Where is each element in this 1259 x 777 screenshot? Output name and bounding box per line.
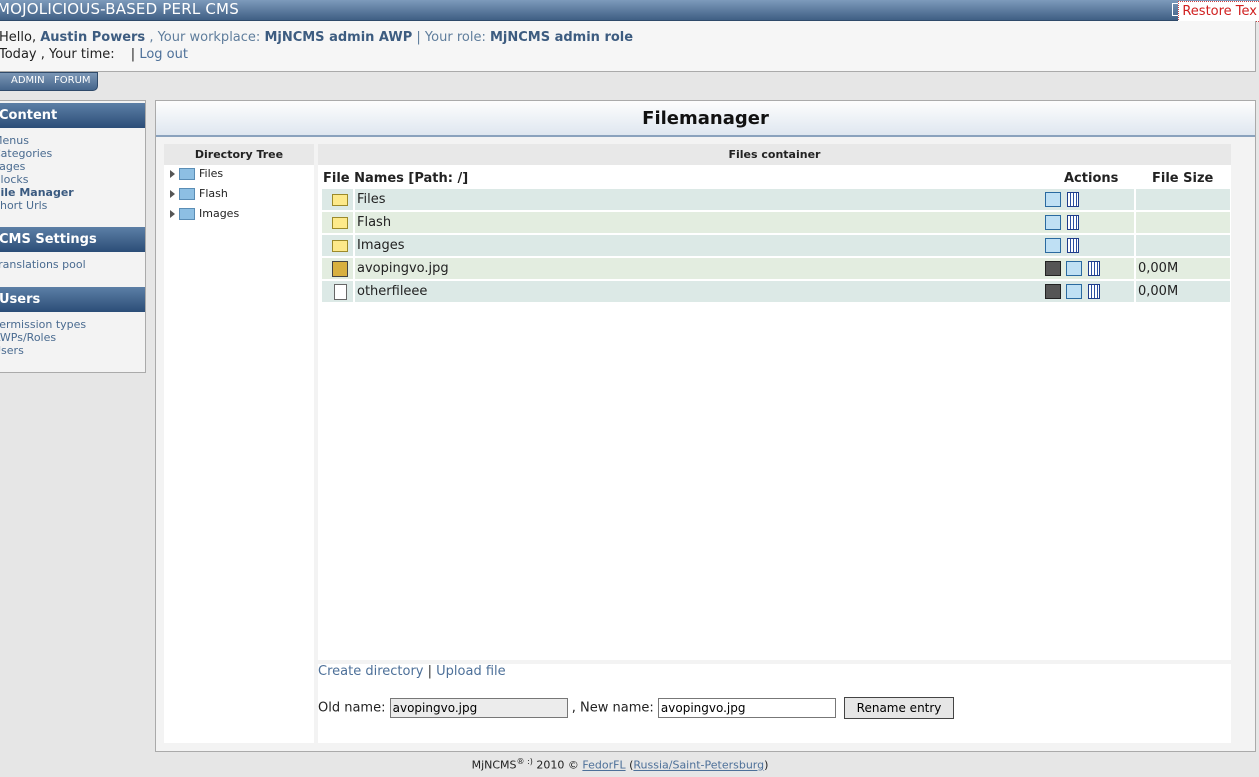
trash-icon[interactable]: [1067, 192, 1079, 207]
menu-admin[interactable]: ADMIN: [11, 75, 45, 86]
file-size: [1136, 212, 1230, 233]
sidebar-item-menus[interactable]: Menus: [0, 134, 74, 147]
sidebar-item-categories[interactable]: Categories: [0, 147, 74, 160]
folder-icon: [179, 168, 195, 180]
role-value: MjNCMS admin role: [489, 30, 634, 45]
file-icon: [334, 284, 347, 300]
old-name-label: Old name:: [318, 700, 386, 716]
expand-arrow-icon[interactable]: [170, 190, 175, 198]
folder-icon: [179, 208, 195, 220]
directory-tree-header: Directory Tree: [164, 144, 314, 165]
trash-icon[interactable]: [1067, 238, 1079, 253]
sidebar-item-users[interactable]: Users: [0, 344, 86, 357]
files-container: Files container File Names [Path: /] Act…: [318, 144, 1231, 660]
sidebar: Content Menus Categories Pages Blocks Fi…: [0, 100, 146, 373]
page-title: Filemanager: [156, 101, 1255, 137]
sidebar-item-blocks[interactable]: Blocks: [0, 173, 74, 186]
hello-text: Hello,: [0, 30, 37, 45]
table-row: Files: [322, 189, 1230, 210]
folder-icon: [332, 217, 348, 229]
upload-file-link[interactable]: Upload file: [436, 664, 505, 679]
expand-arrow-icon[interactable]: [170, 170, 175, 178]
file-size: [1136, 235, 1230, 256]
new-name-label: , New name:: [571, 700, 654, 716]
tree-item-flash[interactable]: Flash: [170, 186, 228, 202]
site-title: MOJOLICIOUS-BASED PERL CMS: [0, 0, 239, 18]
move-icon[interactable]: [1066, 284, 1082, 299]
folder-icon: [179, 188, 195, 200]
download-icon[interactable]: [1045, 261, 1061, 276]
sidebar-item-file-manager[interactable]: File Manager: [0, 186, 74, 199]
main-panel: Filemanager Directory Tree Files Flash I…: [155, 100, 1256, 752]
sidebar-item-awps-roles[interactable]: AWPs/Roles: [0, 331, 86, 344]
rename-entry-button[interactable]: Rename entry: [844, 697, 955, 719]
move-icon[interactable]: [1045, 238, 1061, 253]
file-actions-area: Create directory | Upload file Old name:…: [318, 664, 1231, 743]
footer-author-link[interactable]: FedorFL: [582, 759, 625, 772]
old-name-field[interactable]: [389, 698, 568, 718]
top-bar: MOJOLICIOUS-BASED PERL CMS Restore Tex: [0, 0, 1259, 22]
folder-icon: [332, 194, 348, 206]
file-size: 0,00M: [1136, 258, 1230, 279]
directory-tree: Directory Tree Files Flash Images: [164, 144, 314, 743]
footer-location-link[interactable]: Russia/Saint-Petersburg: [633, 759, 764, 772]
file-name-link[interactable]: Images: [355, 235, 1042, 256]
user-name: Austin Powers: [40, 30, 146, 45]
new-name-field[interactable]: [657, 698, 836, 718]
tree-item-files[interactable]: Files: [170, 166, 223, 182]
workplace-label: , Your workplace:: [149, 30, 261, 45]
tree-item-images[interactable]: Images: [170, 206, 239, 222]
sidebar-item-permission-types[interactable]: Permission types: [0, 318, 86, 331]
image-file-icon: [332, 261, 348, 277]
footer-year: 2010 ©: [536, 758, 579, 772]
menu-forum[interactable]: FORUM: [54, 75, 91, 86]
folder-icon: [332, 240, 348, 252]
sidebar-settings-title: CMS Settings: [0, 227, 145, 252]
logout-link[interactable]: Log out: [139, 47, 188, 62]
table-row: Images: [322, 235, 1230, 256]
main-menu-bar: ADMIN FORUM: [0, 72, 98, 91]
table-row: Flash: [322, 212, 1230, 233]
user-info-panel: Hello, Austin Powers , Your workplace: M…: [0, 21, 1256, 72]
sidebar-content-title: Content: [0, 103, 145, 128]
move-icon[interactable]: [1066, 261, 1082, 276]
trash-icon[interactable]: [1088, 261, 1100, 276]
footer-brand: MjNCMS: [471, 758, 517, 772]
move-icon[interactable]: [1045, 215, 1061, 230]
file-name-link[interactable]: avopingvo.jpg: [355, 258, 1042, 279]
files-container-header: Files container: [318, 144, 1231, 165]
download-icon[interactable]: [1045, 284, 1061, 299]
today-text: Today: [0, 47, 37, 62]
table-row: avopingvo.jpg 0,00M: [322, 258, 1230, 279]
sidebar-users-title: Users: [0, 287, 145, 312]
col-file-size: File Size: [1152, 171, 1214, 186]
move-icon[interactable]: [1045, 192, 1061, 207]
file-name-link[interactable]: Files: [355, 189, 1042, 210]
rename-form: Old name: , New name: Rename entry: [318, 697, 955, 719]
workplace-value: MjNCMS admin AWP: [264, 30, 413, 45]
expand-arrow-icon[interactable]: [170, 210, 175, 218]
file-name-link[interactable]: Flash: [355, 212, 1042, 233]
sidebar-item-short-urls[interactable]: Short Urls: [0, 199, 74, 212]
file-size: [1136, 189, 1230, 210]
time-label: , Your time:: [40, 47, 115, 62]
table-row: otherfileee 0,00M: [322, 281, 1230, 302]
restore-text-button[interactable]: Restore Tex: [1178, 1, 1259, 22]
sidebar-item-pages[interactable]: Pages: [0, 160, 74, 173]
trash-icon[interactable]: [1067, 215, 1079, 230]
files-table: File Names [Path: /] Actions File Size F…: [322, 169, 1230, 304]
trash-icon[interactable]: [1088, 284, 1100, 299]
sidebar-item-translations[interactable]: Translations pool: [0, 258, 86, 271]
col-actions: Actions: [1064, 171, 1119, 186]
footer: MjNCMS® :) 2010 © FedorFL (Russia/Saint-…: [471, 757, 769, 772]
file-name-link[interactable]: otherfileee: [355, 281, 1042, 302]
role-label: | Your role:: [416, 30, 486, 45]
create-directory-link[interactable]: Create directory: [318, 664, 424, 679]
col-file-names: File Names [Path: /]: [323, 171, 469, 186]
file-size: 0,00M: [1136, 281, 1230, 302]
